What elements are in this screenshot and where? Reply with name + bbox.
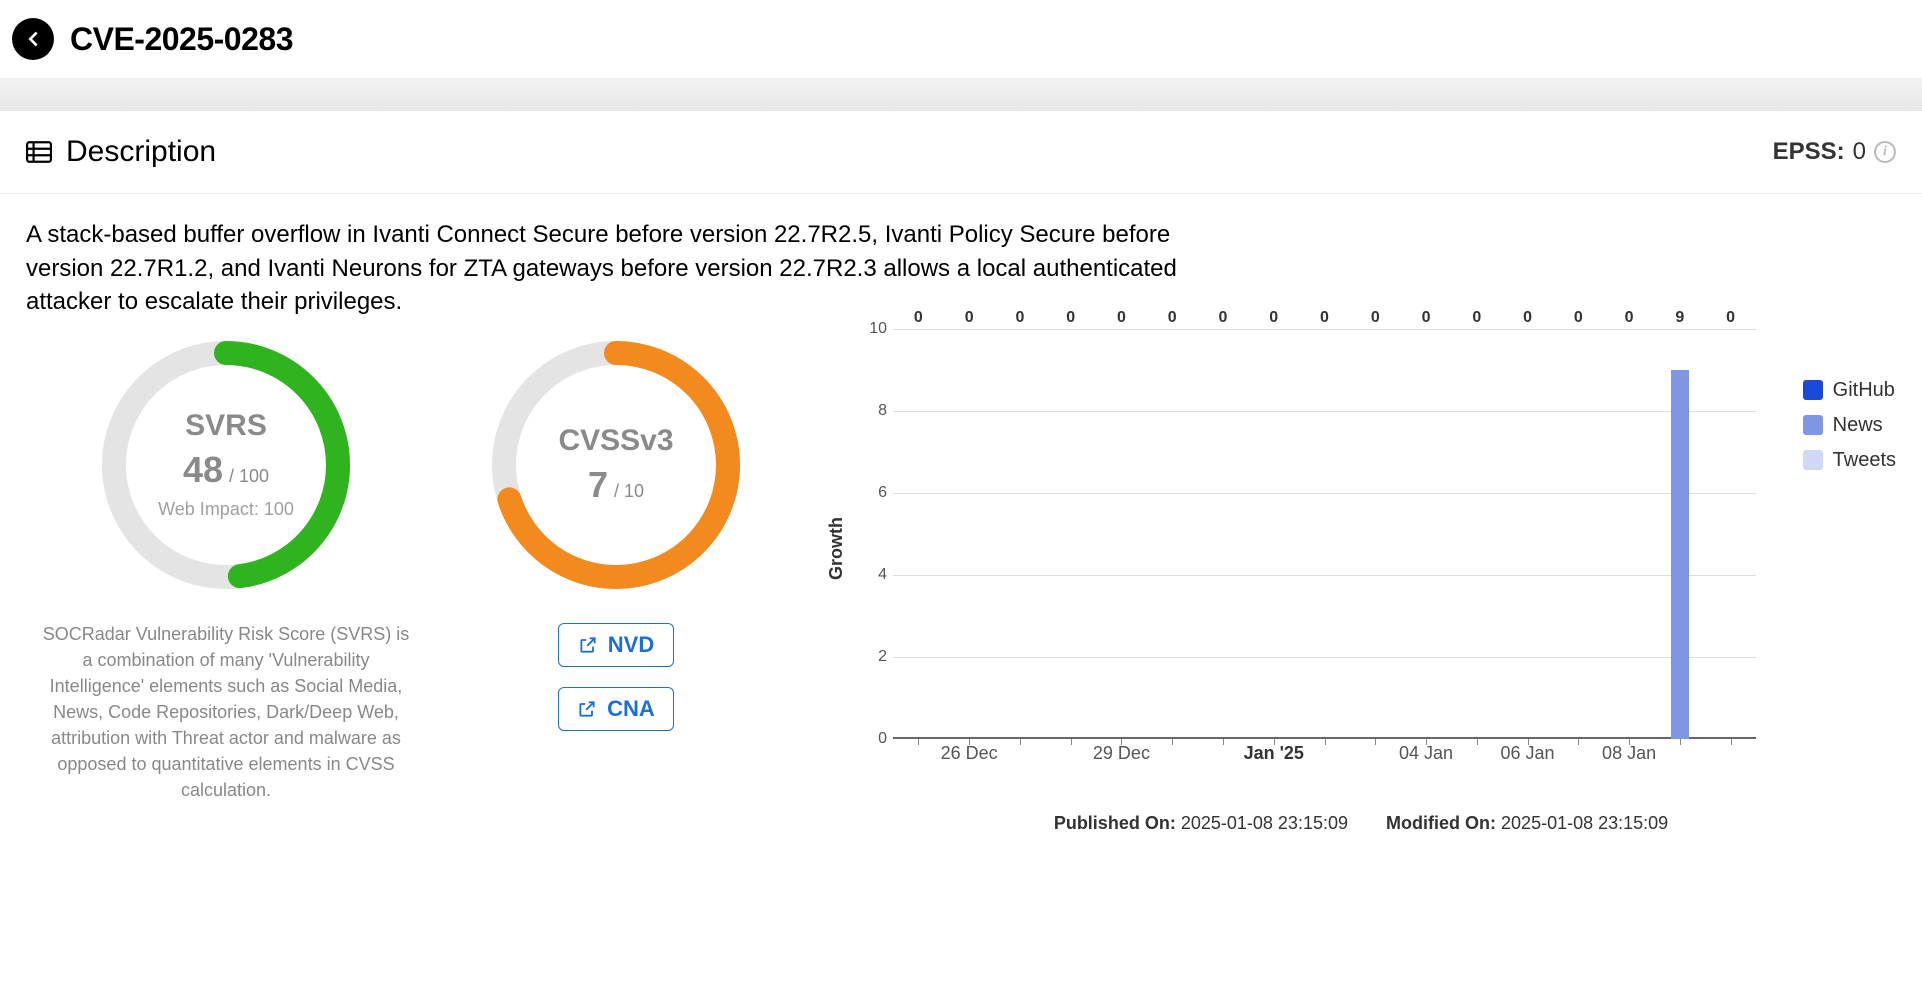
modified-label: Modified On: bbox=[1386, 813, 1496, 833]
bar-column: 0 bbox=[1401, 329, 1452, 739]
svrs-title: SVRS bbox=[185, 409, 267, 443]
bar-value-label: 0 bbox=[1523, 309, 1532, 327]
bar-column: 0 bbox=[1248, 329, 1299, 739]
bar-column: 9 bbox=[1654, 329, 1705, 739]
bar-column: 0 bbox=[1147, 329, 1198, 739]
info-icon[interactable]: i bbox=[1874, 141, 1896, 163]
cna-label: CNA bbox=[607, 696, 655, 722]
svrs-subtext: Web Impact: 100 bbox=[158, 499, 294, 520]
legend-label: News bbox=[1833, 414, 1883, 437]
bar-column: 0 bbox=[893, 329, 944, 739]
legend-item[interactable]: Tweets bbox=[1803, 449, 1896, 472]
bar-value-label: 0 bbox=[1015, 309, 1024, 327]
list-icon bbox=[26, 141, 52, 163]
content-row: SVRS 48 / 100 Web Impact: 100 SOCRadar V… bbox=[0, 329, 1922, 844]
legend-item[interactable]: News bbox=[1803, 414, 1896, 437]
bar-column: 0 bbox=[1604, 329, 1655, 739]
section-title: Description bbox=[66, 135, 216, 169]
xtick-label: Jan '25 bbox=[1244, 743, 1304, 764]
cvss-donut: CVSSv3 7 / 10 bbox=[486, 335, 746, 595]
cna-link-button[interactable]: CNA bbox=[558, 687, 674, 731]
bar-column: 0 bbox=[1045, 329, 1096, 739]
bar-value-label: 0 bbox=[1422, 309, 1431, 327]
legend-label: Tweets bbox=[1833, 449, 1896, 472]
cvss-column: CVSSv3 7 / 10 NVD CNA bbox=[446, 329, 786, 834]
page-title: CVE-2025-0283 bbox=[70, 21, 293, 58]
bar-value-label: 0 bbox=[1726, 309, 1735, 327]
bar-value-label: 0 bbox=[1219, 309, 1228, 327]
bar-column: 0 bbox=[1705, 329, 1756, 739]
growth-chart: 0246810 00000000000000090 26 Dec29 DecJa… bbox=[853, 329, 1896, 769]
epss-label: EPSS: bbox=[1773, 138, 1845, 166]
published-label: Published On: bbox=[1054, 813, 1176, 833]
bar-column: 0 bbox=[1350, 329, 1401, 739]
bar-value-label: 0 bbox=[1625, 309, 1634, 327]
xtick-label: 04 Jan bbox=[1399, 743, 1453, 764]
xtick-label: 29 Dec bbox=[1093, 743, 1150, 764]
section-header: Description EPSS: 0 i bbox=[0, 111, 1922, 194]
bar bbox=[1671, 370, 1689, 739]
svrs-value: 48 bbox=[183, 449, 223, 491]
external-link-icon bbox=[578, 635, 598, 655]
chart-column: Growth 0246810 00000000000000090 26 Dec2… bbox=[806, 329, 1896, 834]
bar-column: 0 bbox=[1198, 329, 1249, 739]
legend-swatch bbox=[1803, 450, 1823, 470]
bar-column: 0 bbox=[1096, 329, 1147, 739]
epss-value: 0 bbox=[1853, 138, 1866, 166]
bar-value-label: 0 bbox=[965, 309, 974, 327]
xtick-label: 08 Jan bbox=[1602, 743, 1656, 764]
ytick: 0 bbox=[878, 730, 887, 748]
legend-swatch bbox=[1803, 415, 1823, 435]
ytick: 10 bbox=[869, 320, 887, 338]
nvd-label: NVD bbox=[608, 632, 654, 658]
publish-meta: Published On: 2025-01-08 23:15:09 Modifi… bbox=[826, 813, 1896, 834]
bar-value-label: 0 bbox=[1574, 309, 1583, 327]
legend-item[interactable]: GitHub bbox=[1803, 379, 1896, 402]
svrs-donut: SVRS 48 / 100 Web Impact: 100 bbox=[96, 335, 356, 595]
svrs-description: SOCRadar Vulnerability Risk Score (SVRS)… bbox=[36, 621, 416, 804]
cvss-title: CVSSv3 bbox=[558, 424, 673, 458]
xtick-label: 06 Jan bbox=[1501, 743, 1555, 764]
bar-column: 0 bbox=[1502, 329, 1553, 739]
bar-value-label: 0 bbox=[1371, 309, 1380, 327]
bar-value-label: 0 bbox=[1117, 309, 1126, 327]
external-link-icon bbox=[577, 699, 597, 719]
epss-score: EPSS: 0 i bbox=[1773, 138, 1896, 166]
bar-value-label: 0 bbox=[1320, 309, 1329, 327]
bar-value-label: 0 bbox=[1269, 309, 1278, 327]
header-bar: CVE-2025-0283 bbox=[0, 0, 1922, 79]
bar-value-label: 0 bbox=[1472, 309, 1481, 327]
bar-value-label: 0 bbox=[914, 309, 923, 327]
bar-column: 0 bbox=[1451, 329, 1502, 739]
legend-swatch bbox=[1803, 380, 1823, 400]
bar-value-label: 9 bbox=[1675, 309, 1684, 327]
bar-value-label: 0 bbox=[1168, 309, 1177, 327]
cvss-value: 7 bbox=[588, 464, 608, 506]
arrow-left-icon bbox=[22, 28, 44, 50]
bar-column: 0 bbox=[995, 329, 1046, 739]
published-value: 2025-01-08 23:15:09 bbox=[1181, 813, 1348, 833]
bar-value-label: 0 bbox=[1066, 309, 1075, 327]
bar-column: 0 bbox=[1299, 329, 1350, 739]
bar-column: 0 bbox=[1553, 329, 1604, 739]
bar-column: 0 bbox=[944, 329, 995, 739]
chart-ylabel: Growth bbox=[826, 517, 847, 580]
ytick: 4 bbox=[878, 566, 887, 584]
cvss-max: / 10 bbox=[614, 481, 644, 502]
legend-label: GitHub bbox=[1833, 379, 1895, 402]
separator-strip bbox=[0, 79, 1922, 111]
xtick-label: 26 Dec bbox=[941, 743, 998, 764]
ytick: 8 bbox=[878, 402, 887, 420]
back-button[interactable] bbox=[12, 18, 54, 60]
ytick: 2 bbox=[878, 648, 887, 666]
ytick: 6 bbox=[878, 484, 887, 502]
svrs-column: SVRS 48 / 100 Web Impact: 100 SOCRadar V… bbox=[26, 329, 426, 834]
nvd-link-button[interactable]: NVD bbox=[558, 623, 674, 667]
modified-value: 2025-01-08 23:15:09 bbox=[1501, 813, 1668, 833]
svrs-max: / 100 bbox=[229, 466, 269, 487]
